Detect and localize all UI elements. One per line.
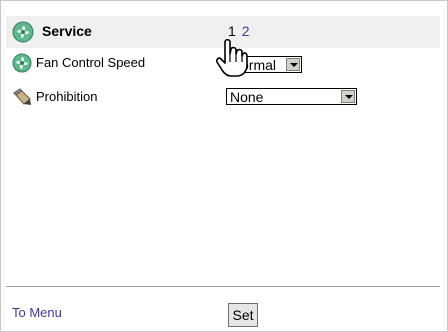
fan-icon — [12, 21, 34, 43]
page-1-current: 1 — [228, 23, 236, 39]
prohibition-label: Prohibition — [36, 89, 98, 104]
pen-icon — [13, 88, 31, 105]
page-2-link[interactable]: 2 — [242, 23, 250, 39]
hand-cursor-icon — [216, 38, 248, 77]
prohibition-value: None — [230, 89, 264, 105]
chevron-down-icon[interactable] — [286, 58, 300, 71]
fan-icon — [12, 53, 32, 73]
footer-divider — [6, 286, 440, 287]
to-menu-link[interactable]: To Menu — [12, 305, 62, 320]
prohibition-select[interactable]: None — [226, 88, 357, 105]
chevron-down-icon[interactable] — [341, 90, 355, 103]
fan-control-speed-label: Fan Control Speed — [36, 55, 146, 70]
set-button[interactable]: Set — [228, 303, 258, 327]
page-title: Service — [42, 23, 92, 39]
page-selector: 12 — [228, 23, 256, 39]
